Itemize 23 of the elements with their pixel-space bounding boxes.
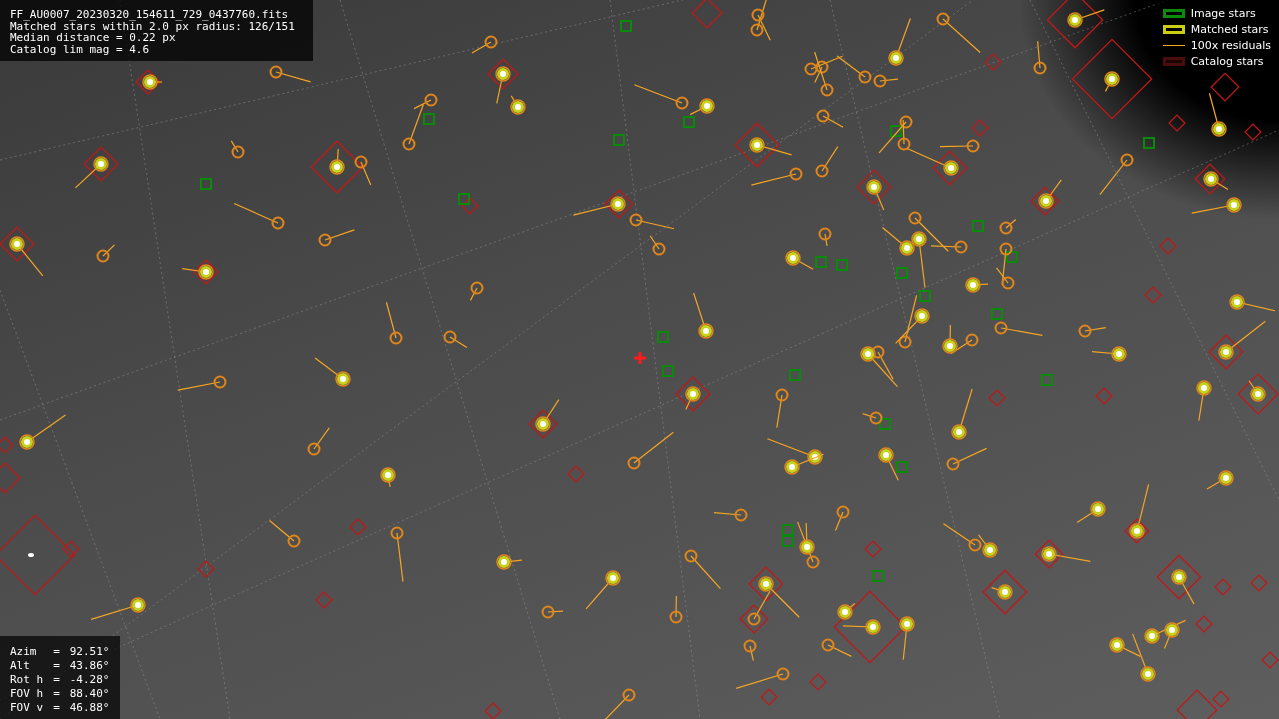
pointing-label: Rot h <box>10 673 44 687</box>
pointing-value: 92.51° <box>69 645 110 659</box>
equals-sign: = <box>53 645 60 659</box>
legend-label: Image stars <box>1190 7 1256 20</box>
legend-label: 100x residuals <box>1190 39 1271 52</box>
pointing-value: 46.88° <box>69 701 110 715</box>
pointing-label: FOV v <box>10 701 44 715</box>
legend-label: Matched stars <box>1190 23 1269 36</box>
pointing-label: Azim <box>10 645 38 659</box>
pointing-label: FOV h <box>10 687 44 701</box>
pointing-label: Alt <box>10 659 31 673</box>
legend-label: Catalog stars <box>1190 55 1264 68</box>
pointing-value: 43.86° <box>69 659 110 673</box>
info-text: Median distance = 0.22 px <box>10 32 176 44</box>
equals-sign: = <box>53 701 60 715</box>
pointing-value: 88.40° <box>69 687 110 701</box>
info-text: FF_AU0007_20230320_154611_729_0437760.fits <box>10 9 290 21</box>
info-text: Catalog lim mag = 4.6 <box>10 43 151 55</box>
equals-sign: = <box>53 687 60 701</box>
pointing-value: -4.28° <box>69 673 110 687</box>
equals-sign: = <box>53 659 60 673</box>
info-text: Matched stars within 2.0 px radius: 126/151 <box>10 20 295 32</box>
equals-sign: = <box>53 673 60 687</box>
